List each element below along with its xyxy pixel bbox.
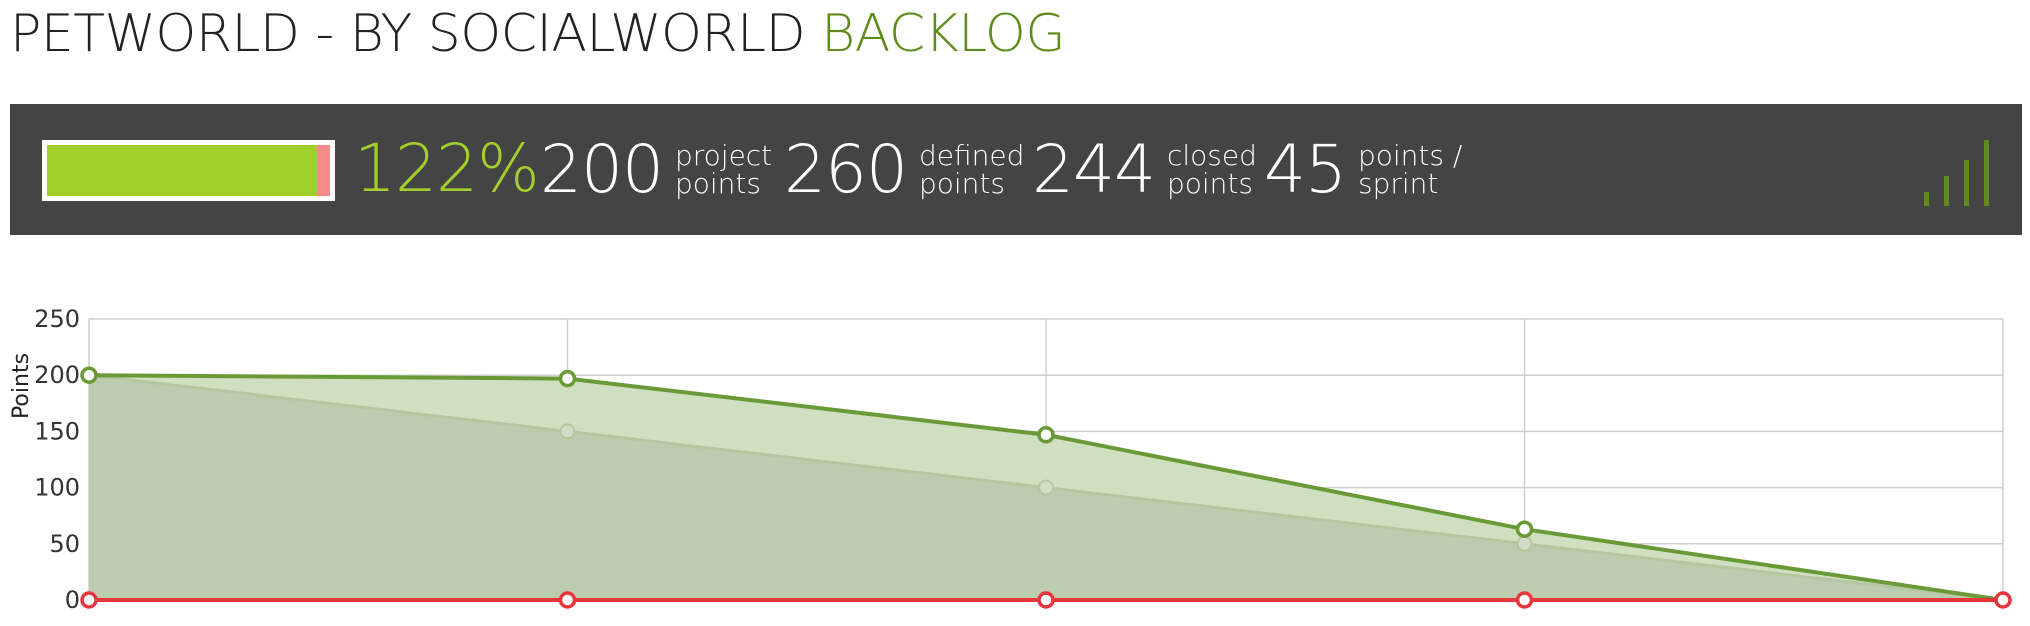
ideal-point (1038, 479, 1054, 496)
closed-point (80, 591, 98, 609)
project-points-value: 200 (540, 131, 664, 208)
closed-point (558, 591, 577, 609)
title-main: PETWORLD - BY SOCIALWORLD (10, 4, 806, 64)
ideal-point (1516, 535, 1533, 552)
progress-bar (42, 140, 335, 201)
y-axis-ticks: 0 50 100 150 200 250 (34, 305, 80, 614)
title-accent: BACKLOG (821, 4, 1066, 64)
defined-points-value: 260 (784, 131, 908, 208)
actual-point (558, 369, 577, 388)
points-per-sprint-value: 45 (1264, 131, 1347, 208)
burndown-chart: 0 50 100 150 200 250 Points (9, 305, 2012, 614)
closed-point (1515, 591, 1534, 609)
y-tick-label: 0 (65, 586, 80, 614)
defined-points-label: defined points (918, 139, 1025, 200)
stat-points-per-sprint: 45 points / sprint (1264, 126, 1478, 214)
progress-overflow (317, 145, 330, 196)
actual-point (80, 366, 98, 384)
page-title: PETWORLD - BY SOCIALWORLD BACKLOG (10, 4, 1066, 64)
y-tick-label: 50 (49, 530, 80, 558)
y-tick-label: 150 (34, 417, 80, 445)
stat-defined-points: 260 defined points (784, 126, 1039, 214)
progress-percent: 122% (354, 130, 540, 207)
y-tick-label: 100 (34, 474, 80, 502)
project-points-label: project points (674, 139, 773, 200)
closed-points-value: 244 (1032, 131, 1156, 208)
points-per-sprint-label: points / sprint (1357, 139, 1463, 200)
signal-bars-icon[interactable] (1922, 134, 1994, 206)
y-axis-label: Points (9, 353, 34, 419)
actual-point (1037, 426, 1055, 444)
y-tick-label: 250 (34, 305, 80, 333)
stats-bar: 122% 200 project points 260 defined poin… (10, 104, 2022, 235)
stat-project-points: 200 project points (540, 126, 795, 214)
closed-point (1037, 591, 1055, 609)
ideal-point (559, 423, 576, 440)
closed-point (1994, 591, 2012, 609)
stat-closed-points: 244 closed points (1032, 126, 1287, 214)
actual-point (1515, 520, 1534, 538)
progress-fill (47, 145, 318, 196)
y-tick-label: 200 (34, 361, 80, 389)
